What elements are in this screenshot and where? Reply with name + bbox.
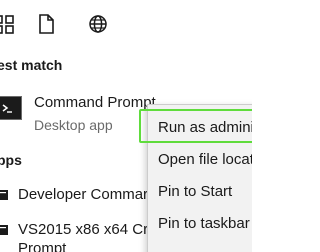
app-icon	[0, 187, 8, 203]
apps-icon[interactable]	[0, 12, 17, 36]
app-label: Developer Commar	[18, 186, 149, 203]
globe-icon[interactable]	[86, 12, 110, 36]
best-match-heading: est match	[0, 57, 63, 73]
search-panel: est match Command Prompt Desktop app pps…	[0, 0, 252, 252]
menu-item-pin-to-start[interactable]: Pin to Start	[158, 183, 232, 200]
app-icon	[0, 222, 8, 238]
app-label-line2: Prompt	[18, 240, 67, 252]
menu-item-pin-to-taskbar[interactable]: Pin to taskbar	[158, 215, 250, 232]
app-label: VS2015 x86 x64 Cro	[18, 221, 157, 238]
selection-highlight	[139, 109, 252, 143]
apps-heading: pps	[0, 152, 22, 168]
document-icon[interactable]	[34, 12, 58, 36]
result-subtitle: Desktop app	[34, 117, 113, 133]
command-prompt-icon	[0, 96, 22, 120]
result-title: Command Prompt	[34, 94, 156, 111]
search-scope-bar	[0, 0, 252, 48]
menu-item-open-file-location[interactable]: Open file locat	[158, 151, 252, 168]
